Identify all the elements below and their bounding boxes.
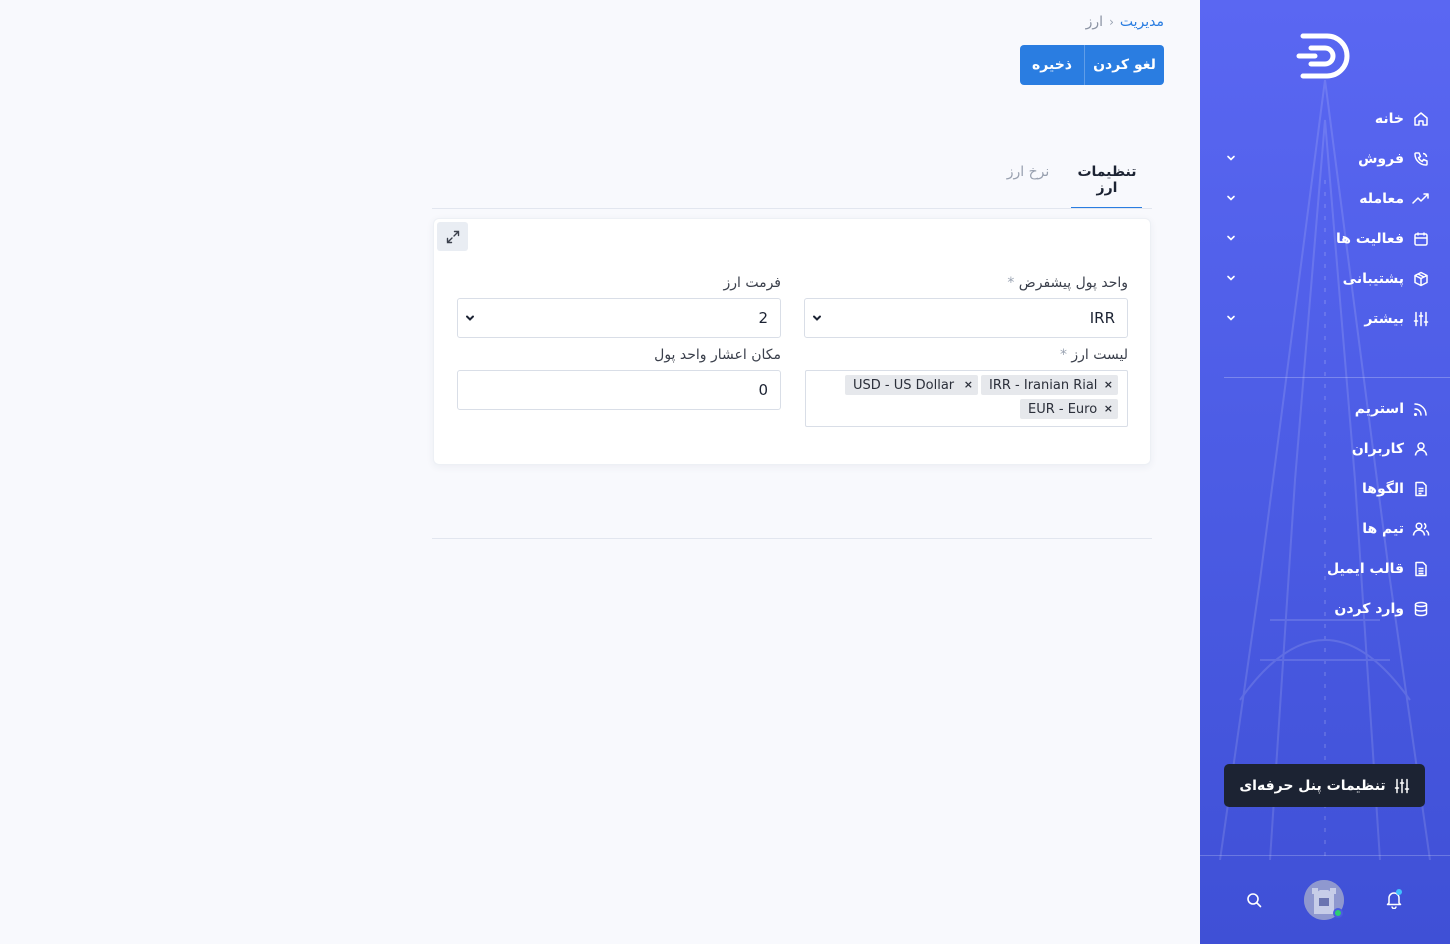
tab-exchange-rate[interactable]: نرخ ارز xyxy=(1000,164,1056,180)
default-currency-select[interactable]: IRR xyxy=(804,298,1128,338)
sidebar-item-label: استریم xyxy=(1354,401,1404,417)
sidebar-item-teams[interactable]: تیم ها xyxy=(1220,513,1430,545)
search-icon[interactable] xyxy=(1246,892,1262,908)
users-icon xyxy=(1412,520,1430,538)
chevron-down-icon xyxy=(1227,315,1235,321)
breadcrumb: ارز › مدیریت xyxy=(1000,12,1164,32)
user-icon xyxy=(1412,440,1430,458)
breadcrumb-separator: › xyxy=(1109,15,1114,29)
currency-list-label: * لیست ارز xyxy=(904,347,1128,363)
sidebar-item-activities[interactable]: فعالیت ها xyxy=(1220,223,1430,255)
decimal-places-label: مکان اعشار واحد پول xyxy=(654,347,781,363)
tabs-divider xyxy=(432,208,1152,209)
currency-list-label-text: لیست ارز xyxy=(1071,347,1128,363)
expand-button[interactable] xyxy=(437,222,468,251)
save-button[interactable]: ذخیره xyxy=(1020,45,1084,85)
currency-tag-text: USD - US Dollar xyxy=(853,377,955,393)
action-button-group: ذخیره لغو کردن xyxy=(1020,45,1164,85)
file-icon xyxy=(1412,480,1430,498)
sliders-icon xyxy=(1412,310,1430,328)
sidebar-item-support[interactable]: پشتیبانی xyxy=(1220,263,1430,295)
calendar-icon xyxy=(1412,230,1430,248)
required-mark: * xyxy=(1007,275,1015,291)
currency-tag-text: IRR - Iranian Rial xyxy=(989,377,1098,393)
tag-remove-icon[interactable]: × xyxy=(1104,378,1113,391)
trending-icon xyxy=(1412,190,1430,208)
sidebar-item-stream[interactable]: استریم xyxy=(1220,393,1430,425)
tab-currency-settings[interactable]: تنظیمات ارز xyxy=(1071,164,1143,196)
default-currency-value: IRR xyxy=(1089,309,1115,327)
cancel-button[interactable]: لغو کردن xyxy=(1084,45,1164,85)
sidebar-item-home[interactable]: خانه xyxy=(1220,103,1430,135)
phone-icon xyxy=(1412,150,1430,168)
sidebar-item-users[interactable]: کاربران xyxy=(1220,433,1430,465)
box-icon xyxy=(1412,270,1430,288)
pro-settings-label: تنظیمات پنل حرفه‌ای xyxy=(1239,777,1386,794)
sidebar-item-label: کاربران xyxy=(1351,441,1404,457)
sidebar-item-label: فروش xyxy=(1358,151,1404,167)
breadcrumb-current: ارز xyxy=(1085,14,1104,30)
pro-settings-button[interactable]: تنظیمات پنل حرفه‌ای xyxy=(1224,764,1425,807)
sidebar-item-import[interactable]: وارد کردن xyxy=(1220,593,1430,625)
notification-dot xyxy=(1396,889,1402,895)
database-icon xyxy=(1412,600,1430,618)
app-logo xyxy=(1296,33,1350,79)
currency-list-multiselect[interactable]: IRR - Iranian Rial × USD - US Dollar × E… xyxy=(805,370,1128,427)
sidebar-item-more[interactable]: بیشتر xyxy=(1220,303,1430,335)
chevron-down-icon xyxy=(466,315,474,321)
sidebar-divider xyxy=(1224,377,1450,378)
chevron-down-icon xyxy=(1227,275,1235,281)
tag-remove-icon[interactable]: × xyxy=(964,378,973,391)
chevron-down-icon xyxy=(1227,195,1235,201)
sidebar-item-label: پشتیبانی xyxy=(1342,271,1404,287)
sidebar-item-label: تیم ها xyxy=(1362,521,1404,537)
rss-icon xyxy=(1412,400,1430,418)
chevron-down-icon xyxy=(813,315,821,321)
decimal-places-input[interactable]: 0 xyxy=(457,370,781,410)
currency-format-label: فرمت ارز xyxy=(723,275,781,291)
breadcrumb-link-admin[interactable]: مدیریت xyxy=(1120,14,1164,30)
sidebar-item-label: الگوها xyxy=(1362,481,1404,497)
sidebar-item-label: فعالیت ها xyxy=(1336,231,1404,247)
default-currency-label-text: واحد پول پیشفرض xyxy=(1018,275,1128,291)
currency-tag: IRR - Iranian Rial × xyxy=(981,375,1118,395)
sidebar-item-label: قالب ایمیل xyxy=(1326,561,1404,577)
sidebar-item-deal[interactable]: معامله xyxy=(1220,183,1430,215)
required-mark: * xyxy=(1059,347,1067,363)
sidebar-bottom-divider xyxy=(1200,855,1450,856)
expand-icon xyxy=(446,230,459,243)
default-currency-label: * واحد پول پیشفرض xyxy=(904,275,1128,291)
sidebar: خانه فروش معامله فعالیت ها پشتیبانی بیشت xyxy=(1200,0,1450,944)
chevron-down-icon xyxy=(1227,235,1235,241)
currency-tag: USD - US Dollar × xyxy=(845,375,978,395)
currency-format-select[interactable]: 2 xyxy=(457,298,781,338)
sidebar-item-sales[interactable]: فروش xyxy=(1220,143,1430,175)
online-status-dot xyxy=(1333,908,1343,918)
tag-remove-icon[interactable]: × xyxy=(1104,402,1113,415)
content-bottom-divider xyxy=(432,538,1152,539)
currency-tag-text: EUR - Euro xyxy=(1028,401,1098,417)
sidebar-item-label: وارد کردن xyxy=(1334,601,1404,617)
settings-card: * واحد پول پیشفرض IRR فرمت ارز 2 * لیست … xyxy=(433,218,1151,465)
sidebar-item-templates[interactable]: الگوها xyxy=(1220,473,1430,505)
sidebar-item-label: بیشتر xyxy=(1364,311,1404,327)
sidebar-item-label: معامله xyxy=(1359,191,1404,207)
sidebar-item-email-template[interactable]: قالب ایمیل xyxy=(1220,553,1430,585)
chevron-down-icon xyxy=(1227,155,1235,161)
sidebar-item-label: خانه xyxy=(1374,111,1404,127)
home-icon xyxy=(1412,110,1430,128)
sliders-icon xyxy=(1394,778,1409,793)
currency-format-value: 2 xyxy=(758,309,768,327)
file-text-icon xyxy=(1412,560,1430,578)
currency-tag: EUR - Euro × xyxy=(1020,399,1118,419)
